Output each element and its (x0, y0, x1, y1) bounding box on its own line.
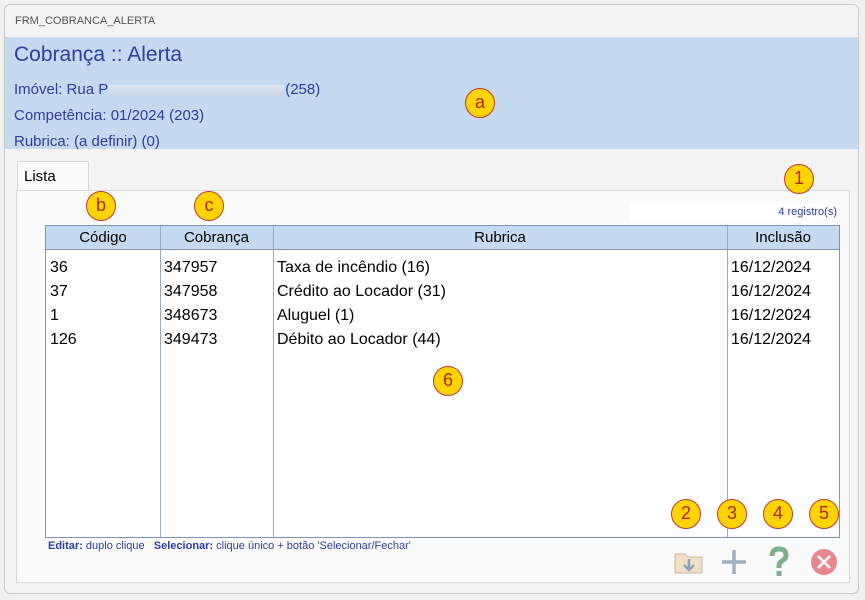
export-button[interactable] (672, 545, 706, 579)
export-icon (674, 553, 703, 574)
cell-rubrica: Débito ao Locador (44) (277, 331, 441, 348)
annotation-marker: a (465, 88, 495, 118)
cell-rubrica: Taxa de incêndio (16) (277, 259, 430, 276)
imovel-line: Imóvel: Rua P (258) (14, 81, 320, 98)
competencia-line: Competência: 01/2024 (203) (14, 107, 205, 124)
cell-cobranca: 347957 (164, 259, 218, 276)
usage-hint: Editar: duplo clique Selecionar: clique … (48, 540, 411, 552)
annotation-marker: 1 (784, 164, 814, 194)
annotation-marker: 5 (809, 499, 839, 529)
column-header-codigo[interactable]: Código (46, 226, 160, 249)
column-divider (727, 226, 728, 537)
help-button[interactable] (762, 545, 796, 579)
cell-codigo: 1 (50, 307, 59, 324)
hint-edit-text: duplo clique (85, 540, 145, 552)
column-divider (273, 226, 274, 537)
cell-cobranca: 348673 (164, 307, 218, 324)
annotation-marker: 6 (433, 366, 463, 396)
add-icon (722, 550, 746, 574)
imovel-prefix: Imóvel: Rua P (14, 81, 109, 98)
header-panel: Cobrança :: Alerta Imóvel: Rua P (258) Co… (5, 37, 858, 150)
cell-cobranca: 349473 (164, 331, 218, 348)
window-title: FRM_COBRANCA_ALERTA (5, 5, 858, 37)
column-divider (160, 226, 161, 537)
annotation-marker: 3 (717, 499, 747, 529)
annotation-marker: c (194, 191, 224, 221)
cell-inclusao: 16/12/2024 (731, 259, 812, 276)
cell-rubrica: Crédito ao Locador (31) (277, 283, 446, 300)
record-count: 4 registro(s) (630, 204, 840, 220)
table-header: Código Cobrança Rubrica Inclusão (46, 226, 839, 250)
annotation-marker: 4 (763, 499, 793, 529)
cell-cobranca: 347958 (164, 283, 218, 300)
imovel-suffix: (258) (285, 81, 321, 98)
hint-select-label: Selecionar: (153, 540, 214, 552)
column-header-inclusao[interactable]: Inclusão (727, 226, 839, 249)
cell-codigo: 37 (50, 283, 68, 300)
column-header-rubrica[interactable]: Rubrica (273, 226, 727, 249)
column-header-cobranca[interactable]: Cobrança (160, 226, 273, 249)
cell-inclusao: 16/12/2024 (731, 307, 812, 324)
close-icon (811, 549, 837, 575)
cell-rubrica: Aluguel (1) (277, 307, 355, 324)
cell-codigo: 126 (50, 331, 77, 348)
cell-inclusao: 16/12/2024 (731, 331, 812, 348)
add-button[interactable] (717, 545, 751, 579)
hint-select-text: clique único + botão 'Selecionar/Fechar' (216, 540, 411, 552)
close-button[interactable] (807, 545, 841, 579)
annotation-marker: b (86, 191, 116, 221)
cell-inclusao: 16/12/2024 (731, 283, 812, 300)
tab-lista[interactable]: Lista (17, 161, 89, 191)
redacted-address (109, 84, 285, 96)
rubrica-line: Rubrica: (a definir) (0) (14, 133, 160, 150)
page-title: Cobrança :: Alerta (14, 43, 183, 66)
hint-edit-label: Editar: (48, 540, 83, 552)
help-icon (769, 546, 789, 576)
annotation-marker: 2 (671, 499, 701, 529)
cell-codigo: 36 (50, 259, 68, 276)
